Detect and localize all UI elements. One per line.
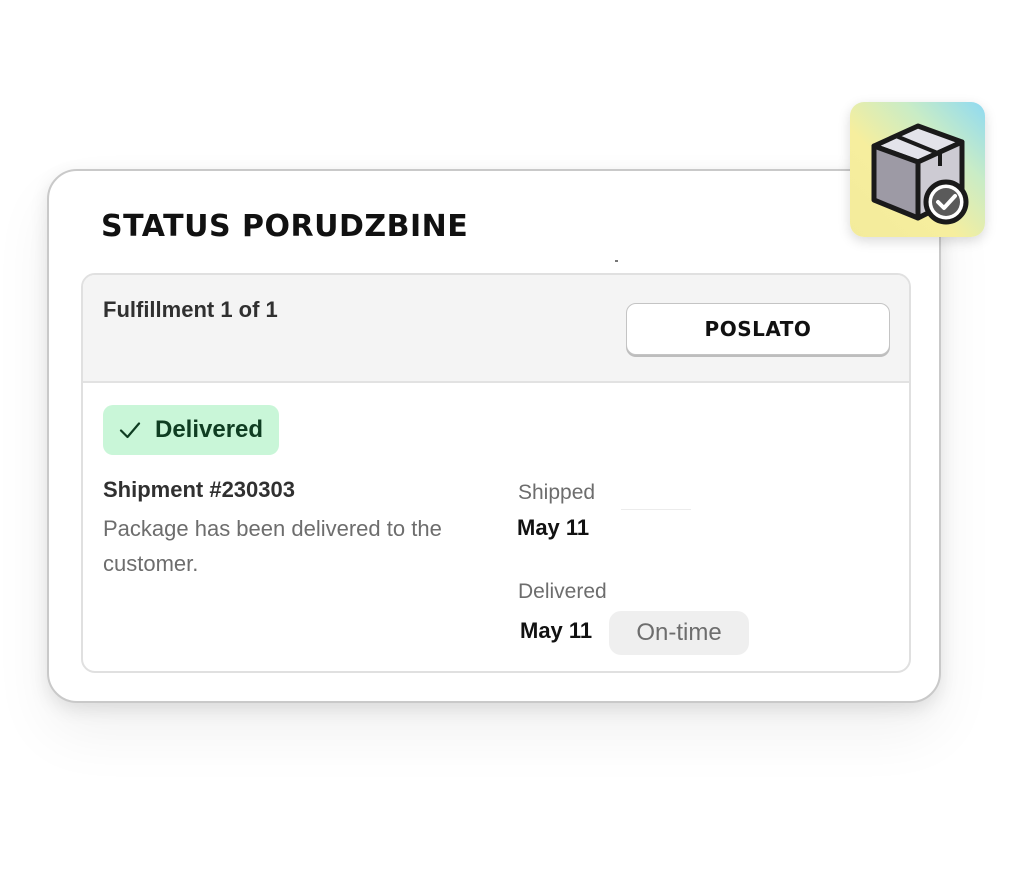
shipped-label: Shipped xyxy=(518,481,596,504)
canvas: STATUS PORUDZBINE Fulfillment 1 of 1 POS… xyxy=(0,0,1024,875)
fulfillment-label: Fulfillment 1 of 1 xyxy=(103,297,278,322)
delivered-label: Delivered xyxy=(518,580,607,603)
on-time-badge: On-time xyxy=(609,611,749,655)
divider xyxy=(621,509,691,510)
package-app-tile xyxy=(850,102,985,237)
card-title: STATUS PORUDZBINE xyxy=(101,209,469,244)
order-status-card: STATUS PORUDZBINE Fulfillment 1 of 1 POS… xyxy=(47,169,941,703)
delivered-date: May 11 xyxy=(520,618,593,643)
shipped-date: May 11 xyxy=(517,515,590,540)
fulfillment-header: Fulfillment 1 of 1 POSLATO xyxy=(83,275,909,383)
shipment-description: Package has been delivered to the custom… xyxy=(103,516,442,576)
delivered-badge-label: Delivered xyxy=(155,416,264,443)
fulfillment-panel: Fulfillment 1 of 1 POSLATO Delivered Shi… xyxy=(81,273,911,673)
delivered-status-badge: Delivered xyxy=(103,405,280,455)
checkmark-icon xyxy=(119,422,141,439)
package-delivered-icon xyxy=(871,123,969,225)
stray-mark xyxy=(615,260,618,262)
shipment-title: Shipment #230303 xyxy=(103,477,295,502)
shipped-status-button[interactable]: POSLATO xyxy=(626,303,890,355)
